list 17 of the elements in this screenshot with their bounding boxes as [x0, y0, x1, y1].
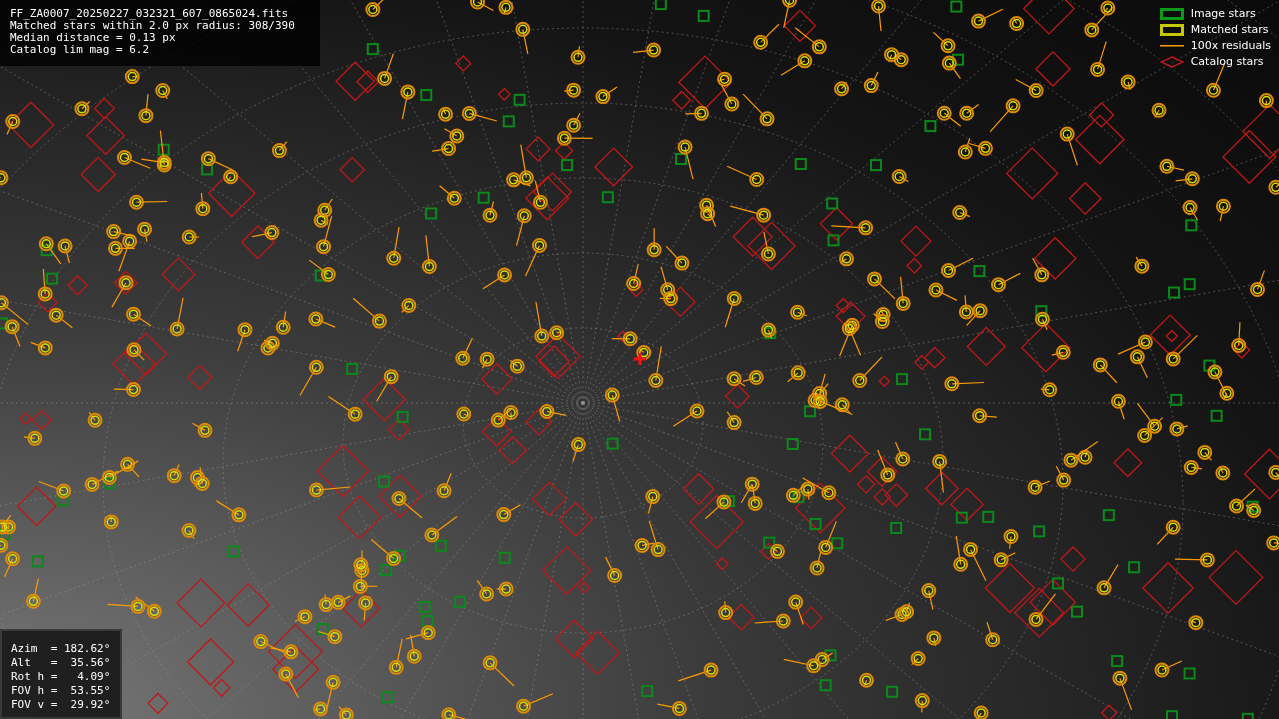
legend-label: Catalog stars	[1190, 55, 1264, 68]
pointing-text: FOV h = 53.55°	[11, 684, 111, 698]
pointing-text: Azim = 182.62°	[11, 642, 111, 656]
legend-label: Matched stars	[1190, 23, 1269, 36]
line-icon	[1159, 44, 1184, 47]
diamond-icon	[1159, 55, 1184, 68]
pointing-text: FOV v = 29.92°	[11, 698, 111, 712]
info-text: Catalog lim mag = 6.2	[10, 44, 151, 56]
pointing-text: Rot h = 4.09°	[11, 670, 111, 684]
pointing-text: Alt = 35.56°	[11, 656, 111, 670]
square-icon	[1159, 7, 1184, 20]
outlined-rectangle-icon	[1159, 23, 1184, 36]
legend-label: Image stars	[1190, 7, 1256, 20]
info-text: Matched stars within 2.0 px radius: 308/390	[10, 20, 296, 32]
info-text: Median distance = 0.13 px	[10, 32, 177, 44]
info-text: FF_ZA0007_20250227_032321_607_0865024.fits	[10, 8, 290, 20]
legend-label: 100x residuals	[1190, 39, 1271, 52]
